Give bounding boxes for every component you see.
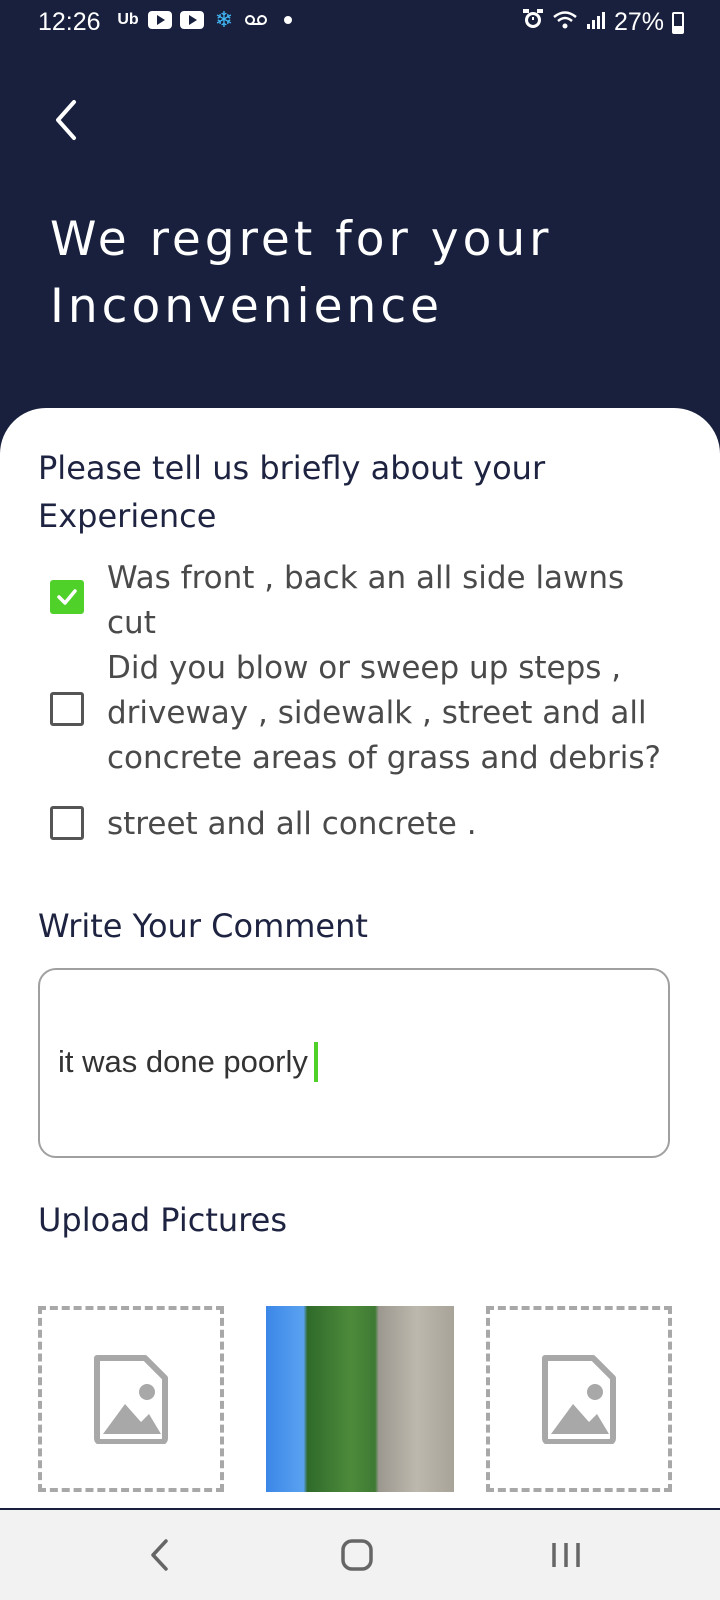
notification-icons: Ub ❄: [116, 7, 300, 32]
youtube-icon: [148, 10, 172, 30]
nav-back-button[interactable]: [130, 1532, 190, 1578]
chevron-left-icon: [56, 100, 76, 140]
status-bar: 12:26 Ub ❄ 27%: [0, 0, 720, 48]
comment-value: it was done poorly: [58, 1044, 308, 1079]
comment-input[interactable]: it was done poorly: [38, 968, 670, 1158]
page-title: We regret for your Inconvenience: [50, 212, 553, 334]
alarm-icon: [522, 8, 544, 37]
recents-icon: [552, 1543, 580, 1567]
comment-text-wrap: it was done poorly: [58, 1042, 318, 1082]
checkbox-checked[interactable]: [50, 580, 84, 614]
feedback-sheet: Please tell us briefly about your Experi…: [0, 408, 720, 1508]
checkbox-option-street[interactable]: street and all concrete .: [50, 802, 670, 848]
system-icons: 27%: [522, 8, 684, 37]
battery-percent: 27%: [613, 8, 664, 36]
upload-row: [38, 1306, 672, 1492]
image-placeholder-icon: [542, 1355, 616, 1444]
back-button[interactable]: [48, 96, 88, 144]
wifi-icon: [552, 8, 578, 37]
checkbox-label: street and all concrete .: [107, 806, 477, 842]
checkbox-label: Was front , back an all side lawns cut: [107, 560, 625, 641]
upload-heading: Upload Pictures: [38, 1201, 288, 1239]
upload-slot[interactable]: [38, 1306, 224, 1492]
signal-icon: [586, 8, 606, 37]
dot-icon: [276, 10, 300, 30]
checkbox-option-steps[interactable]: Did you blow or sweep up steps , drivewa…: [50, 646, 670, 784]
comment-heading: Write Your Comment: [38, 907, 368, 945]
checkmark-icon: [57, 589, 77, 605]
snowflake-icon: ❄: [214, 7, 234, 32]
uploaded-photo[interactable]: [266, 1306, 454, 1492]
nav-home-button[interactable]: [327, 1532, 387, 1578]
checkbox-unchecked[interactable]: [50, 806, 84, 840]
nav-recents-button[interactable]: [536, 1532, 596, 1578]
text-cursor: [313, 1042, 318, 1082]
battery-icon: [672, 11, 684, 34]
checkbox-option-lawns[interactable]: Was front , back an all side lawns cut: [50, 556, 670, 648]
experience-heading: Please tell us briefly about your Experi…: [38, 449, 546, 535]
system-nav-bar: [0, 1510, 720, 1600]
home-icon: [341, 1539, 373, 1571]
uber-icon: Ub: [117, 11, 139, 28]
upload-slot[interactable]: [486, 1306, 672, 1492]
status-time: 12:26: [38, 8, 101, 36]
nav-back-icon: [151, 1539, 168, 1571]
youtube-icon: [180, 10, 204, 30]
voicemail-icon: [244, 10, 268, 30]
checkbox-label: Did you blow or sweep up steps , drivewa…: [107, 650, 661, 776]
checkbox-unchecked[interactable]: [50, 692, 84, 726]
image-placeholder-icon: [94, 1355, 168, 1444]
